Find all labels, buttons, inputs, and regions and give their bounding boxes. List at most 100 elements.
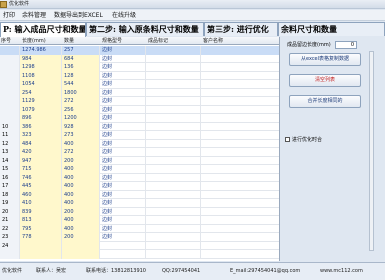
spec-cell[interactable]: 边封: [100, 165, 146, 174]
mark-cell[interactable]: [146, 233, 201, 242]
mark-cell[interactable]: [146, 97, 201, 106]
quantity-cell[interactable]: 136: [62, 63, 100, 72]
customer-cell[interactable]: [201, 72, 279, 81]
length-cell[interactable]: 1298: [20, 63, 62, 72]
table-row[interactable]: 19 410 400 边封: [0, 199, 279, 208]
table-row[interactable]: 20 839 200 边封: [0, 207, 279, 217]
length-cell[interactable]: [20, 241, 62, 250]
table-row[interactable]: 22 795 400 边封: [0, 224, 279, 233]
quantity-cell[interactable]: 684: [62, 54, 100, 63]
length-cell[interactable]: 323: [20, 131, 62, 140]
length-cell[interactable]: 1108: [20, 71, 62, 80]
spec-cell[interactable]: 边封: [100, 182, 146, 191]
mark-cell[interactable]: [146, 122, 201, 131]
mark-cell[interactable]: [146, 207, 201, 216]
table-row[interactable]: [0, 250, 279, 259]
quantity-cell[interactable]: 257: [62, 46, 100, 55]
spec-cell[interactable]: 边封: [100, 139, 146, 148]
customer-cell[interactable]: [201, 123, 279, 132]
customer-cell[interactable]: [201, 242, 279, 251]
length-cell[interactable]: 746: [20, 173, 62, 182]
spec-cell[interactable]: 边封: [100, 156, 146, 165]
customer-cell[interactable]: [201, 157, 279, 166]
table-row[interactable]: 1129 272 边封: [0, 97, 279, 106]
customer-cell[interactable]: [201, 250, 279, 259]
spec-cell[interactable]: 边封: [100, 105, 146, 114]
length-cell[interactable]: 947: [20, 156, 62, 165]
table-row[interactable]: 13 420 272 边封: [0, 148, 279, 157]
table-row[interactable]: 21 813 400 边封: [0, 216, 279, 225]
spec-cell[interactable]: 边封: [100, 224, 146, 233]
customer-cell[interactable]: [201, 199, 279, 208]
mark-cell[interactable]: [146, 216, 201, 225]
length-cell[interactable]: 896: [20, 114, 62, 123]
length-cell[interactable]: 984: [20, 54, 62, 63]
status-site[interactable]: www.mc112.com: [320, 263, 363, 280]
length-cell[interactable]: 778: [20, 233, 62, 242]
quantity-cell[interactable]: 400: [62, 182, 100, 191]
table-row[interactable]: 1298 136 边封: [0, 63, 279, 72]
quantity-cell[interactable]: 928: [62, 122, 100, 131]
quantity-cell[interactable]: 400: [62, 216, 100, 225]
mark-cell[interactable]: [146, 241, 201, 250]
header-qty[interactable]: 数量: [64, 37, 74, 45]
menu-online-update[interactable]: 在线升级: [110, 10, 138, 21]
quantity-cell[interactable]: 200: [62, 233, 100, 242]
clear-list-button[interactable]: 清空列表: [289, 74, 361, 87]
length-cell[interactable]: 715: [20, 165, 62, 174]
mark-cell[interactable]: [146, 156, 201, 165]
length-cell[interactable]: 460: [20, 190, 62, 199]
header-customer[interactable]: 客户名称: [203, 37, 223, 45]
mark-cell[interactable]: [146, 224, 201, 233]
menu-leftover[interactable]: 余料管理: [20, 10, 48, 21]
customer-cell[interactable]: [201, 89, 279, 98]
table-row[interactable]: 17 445 400 边封: [0, 182, 279, 191]
customer-cell[interactable]: [201, 182, 279, 191]
customer-cell[interactable]: [201, 208, 279, 217]
mark-cell[interactable]: [146, 182, 201, 191]
spec-cell[interactable]: 边封: [100, 88, 146, 97]
table-row[interactable]: 896 1200 边封: [0, 114, 279, 123]
vertical-scrollbar[interactable]: [369, 51, 374, 251]
customer-cell[interactable]: [201, 55, 279, 64]
spec-cell[interactable]: 边封: [100, 190, 146, 199]
tab-step3[interactable]: 第三步: 进行优化: [204, 22, 278, 36]
customer-cell[interactable]: [201, 46, 279, 55]
margin-input[interactable]: 0: [335, 41, 357, 49]
customer-cell[interactable]: [201, 114, 279, 123]
spec-cell[interactable]: 边封: [100, 97, 146, 106]
customer-cell[interactable]: [201, 140, 279, 149]
tab-step1[interactable]: P: 输入成品尺寸和数量: [0, 22, 86, 37]
spec-cell[interactable]: [100, 241, 146, 250]
customer-cell[interactable]: [201, 131, 279, 140]
tab-step2[interactable]: 第二步: 输入原条料尺寸和数量: [86, 22, 204, 36]
table-row[interactable]: 14 947 200 边封: [0, 156, 279, 166]
customer-cell[interactable]: [201, 233, 279, 242]
customer-cell[interactable]: [201, 80, 279, 89]
spec-cell[interactable]: 边封: [100, 122, 146, 131]
table-row[interactable]: 984 684 边封: [0, 54, 279, 64]
quantity-cell[interactable]: 272: [62, 148, 100, 157]
length-cell[interactable]: 813: [20, 216, 62, 225]
quantity-cell[interactable]: 256: [62, 105, 100, 114]
table-row[interactable]: 10 386 928 边封: [0, 122, 279, 132]
mark-cell[interactable]: [146, 148, 201, 157]
menu-print[interactable]: 打印: [1, 10, 17, 21]
header-mark[interactable]: 成品标记: [148, 37, 168, 45]
mark-cell[interactable]: [146, 88, 201, 97]
quantity-cell[interactable]: 400: [62, 165, 100, 174]
spec-cell[interactable]: 边封: [100, 173, 146, 182]
quantity-cell[interactable]: 400: [62, 224, 100, 233]
customer-cell[interactable]: [201, 63, 279, 72]
length-cell[interactable]: 1274.986: [20, 46, 62, 55]
tab-leftover[interactable]: 余料尺寸和数量: [278, 22, 385, 36]
quantity-cell[interactable]: 1800: [62, 88, 100, 97]
customer-cell[interactable]: [201, 106, 279, 115]
table-row[interactable]: 24: [0, 241, 279, 251]
length-cell[interactable]: 386: [20, 122, 62, 131]
customer-cell[interactable]: [201, 148, 279, 157]
length-cell[interactable]: 839: [20, 207, 62, 216]
customer-cell[interactable]: [201, 97, 279, 106]
table-row[interactable]: 1274.986 257 边封: [0, 46, 279, 55]
quantity-cell[interactable]: 273: [62, 131, 100, 140]
